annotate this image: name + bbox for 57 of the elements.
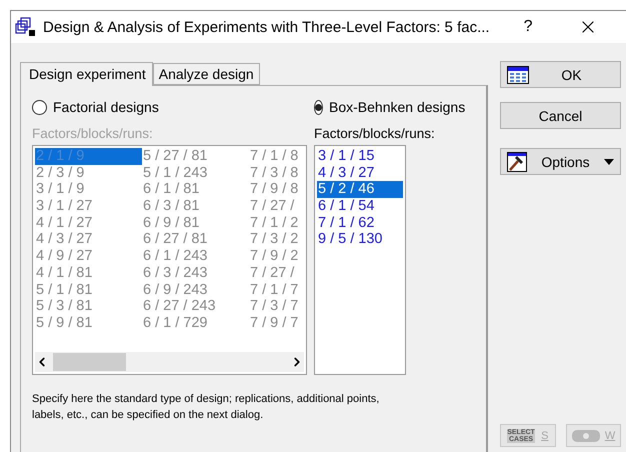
list-item[interactable]: 6 / 9 / 81 bbox=[142, 214, 249, 232]
list-item[interactable]: 7 / 1 / 2 bbox=[249, 214, 304, 232]
list-item[interactable]: 5 / 27 / 81 bbox=[142, 148, 249, 165]
list-label: Factors/blocks/runs: bbox=[32, 126, 154, 141]
tab[interactable]: Design experiment bbox=[20, 62, 153, 86]
list-item[interactable]: 6 / 1 / 243 bbox=[142, 248, 249, 265]
list-item[interactable]: 5 / 2 / 46 bbox=[317, 181, 403, 198]
list-item[interactable]: 4 / 1 / 27 bbox=[35, 214, 142, 232]
hammer-icon bbox=[507, 152, 527, 172]
list-item[interactable]: 7 / 9 / 2 bbox=[249, 248, 304, 265]
list-item[interactable]: 4 / 9 / 27 bbox=[35, 248, 142, 265]
horizontal-scrollbar[interactable] bbox=[35, 352, 304, 372]
list-item[interactable]: 7 / 3 / 8 bbox=[249, 164, 304, 182]
list-item[interactable]: 6 / 1 / 81 bbox=[142, 181, 249, 198]
list-item[interactable]: 5 / 3 / 81 bbox=[35, 298, 142, 315]
window-title: Design & Analysis of Experiments with Three-Level Factors: 5 fac... bbox=[43, 18, 490, 36]
radio-button[interactable]: Box-Behnken designs bbox=[314, 96, 464, 118]
list-item[interactable]: 5 / 1 / 243 bbox=[142, 164, 249, 182]
list-item[interactable]: 7 / 27 / bbox=[249, 264, 304, 282]
list-item[interactable]: 6 / 3 / 81 bbox=[142, 198, 249, 215]
list-item[interactable]: 6 / 27 / 243 bbox=[142, 298, 249, 315]
list-item[interactable]: 6 / 27 / 81 bbox=[142, 231, 249, 248]
list-item[interactable]: 3 / 1 / 15 bbox=[317, 148, 403, 165]
cubes-icon bbox=[15, 17, 37, 37]
list-item[interactable]: 7 / 9 / 7 bbox=[249, 314, 304, 332]
ok-button[interactable]: OK bbox=[500, 61, 621, 88]
list-item[interactable]: 6 / 9 / 243 bbox=[142, 282, 249, 298]
radio-button[interactable]: Factorial designs bbox=[32, 96, 308, 118]
list-item[interactable]: 4 / 3 / 27 bbox=[317, 164, 403, 182]
list-item[interactable]: 4 / 3 / 27 bbox=[35, 231, 142, 248]
list-item[interactable]: 7 / 1 / 7 bbox=[249, 282, 304, 298]
list-item[interactable]: 5 / 9 / 81 bbox=[35, 314, 142, 332]
list-item[interactable]: 4 / 1 / 81 bbox=[35, 264, 142, 282]
list-label: Factors/blocks/runs: bbox=[314, 126, 436, 141]
table-icon bbox=[507, 66, 529, 84]
list-item[interactable]: 6 / 1 / 729 bbox=[142, 314, 249, 332]
list-item[interactable]: 7 / 1 / 62 bbox=[317, 214, 403, 232]
design-list[interactable]: 3 / 1 / 15 4 / 3 / 27 5 / 2 / 46 6 / 1 / 54 7 / 1 / 62 9 / 5 / 130 bbox=[314, 145, 406, 375]
options-button[interactable]: Options bbox=[500, 148, 621, 175]
design-list[interactable] bbox=[32, 145, 307, 375]
list-item[interactable]: 6 / 3 / 243 bbox=[142, 264, 249, 282]
list-item[interactable]: 3 / 1 / 27 bbox=[35, 198, 142, 215]
list-item[interactable]: 5 / 1 / 81 bbox=[35, 282, 142, 298]
list-item[interactable]: 9 / 5 / 130 bbox=[317, 231, 403, 248]
list-item[interactable]: 3 / 1 / 9 bbox=[35, 181, 142, 198]
tab[interactable]: Analyze design bbox=[152, 63, 260, 85]
list-item[interactable]: 7 / 3 / 2 bbox=[249, 231, 304, 248]
list-item[interactable]: 7 / 3 / 7 bbox=[249, 298, 304, 315]
list-item[interactable]: 2 / 3 / 9 bbox=[35, 164, 142, 182]
list-item[interactable]: 7 / 1 / 8 bbox=[249, 148, 304, 165]
caret-icon bbox=[604, 158, 614, 164]
help-button[interactable]: ? bbox=[524, 18, 532, 36]
hint-text: Specify here the standard type of design; replications, additional points, labels, etc., can be specified on the next dialog. bbox=[32, 392, 380, 423]
cancel-button[interactable]: Cancel bbox=[500, 102, 621, 129]
list-item[interactable]: 7 / 27 / bbox=[249, 198, 304, 215]
list-item[interactable]: 7 / 9 / 8 bbox=[249, 181, 304, 198]
list-item[interactable]: 6 / 1 / 54 bbox=[317, 198, 403, 215]
